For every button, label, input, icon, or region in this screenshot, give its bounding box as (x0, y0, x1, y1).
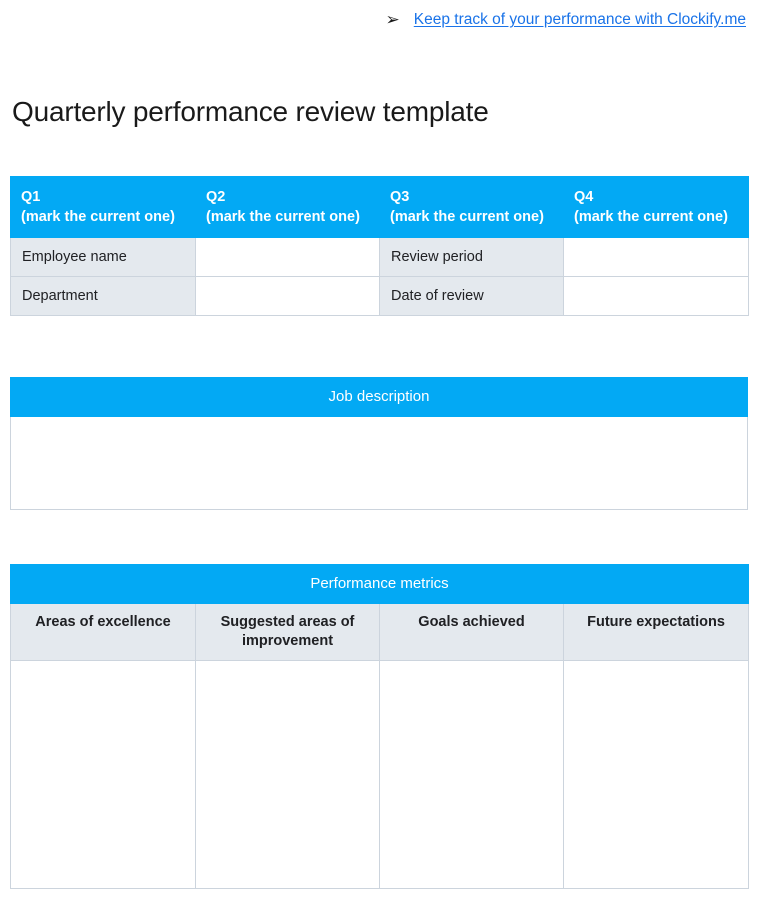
column-header-future-expectations: Future expectations (563, 603, 749, 661)
job-description-header: Job description (10, 377, 748, 417)
table-row: Employee name Review period (10, 237, 749, 277)
performance-metrics-header: Performance metrics (10, 564, 749, 604)
quarter-header-q3[interactable]: Q3 (mark the current one) (379, 176, 564, 238)
job-description-table: Job description (10, 377, 748, 510)
quarter-header-q1[interactable]: Q1 (mark the current one) (10, 176, 196, 238)
job-description-body-row (10, 416, 748, 510)
job-description-input[interactable] (10, 416, 748, 510)
value-department[interactable] (195, 276, 380, 316)
page-title: Quarterly performance review template (12, 96, 489, 127)
column-header-suggested-areas-of-improvement: Suggested areas of improvement (195, 603, 380, 661)
column-header-areas-of-excellence: Areas of excellence (10, 603, 196, 661)
value-review-period[interactable] (563, 237, 749, 277)
metrics-header-row: Performance metrics (10, 564, 749, 604)
job-description-header-row: Job description (10, 377, 748, 417)
arrow-right-icon: ➢ (385, 9, 400, 30)
quarter-header-q2[interactable]: Q2 (mark the current one) (195, 176, 380, 238)
table-row: Department Date of review (10, 276, 749, 316)
label-employee-name: Employee name (10, 237, 196, 277)
input-goals-achieved[interactable] (379, 660, 564, 889)
label-review-period: Review period (379, 237, 564, 277)
input-suggested-areas-of-improvement[interactable] (195, 660, 380, 889)
metrics-body-row (10, 660, 749, 889)
quarters-info-table: Q1 (mark the current one) Q2 (mark the c… (10, 176, 749, 316)
metrics-column-header-row: Areas of excellence Suggested areas of i… (10, 603, 749, 661)
label-date-of-review: Date of review (379, 276, 564, 316)
label-department: Department (10, 276, 196, 316)
performance-metrics-table: Performance metrics Areas of excellence … (10, 564, 749, 889)
input-future-expectations[interactable] (563, 660, 749, 889)
column-header-goals-achieved: Goals achieved (379, 603, 564, 661)
clockify-promo-link[interactable]: Keep track of your performance with Cloc… (414, 11, 746, 29)
value-employee-name[interactable] (195, 237, 380, 277)
quarter-header-q4[interactable]: Q4 (mark the current one) (563, 176, 749, 238)
value-date-of-review[interactable] (563, 276, 749, 316)
quarters-header-row: Q1 (mark the current one) Q2 (mark the c… (10, 176, 749, 238)
promo-bar: ➢ Keep track of your performance with Cl… (0, 0, 768, 40)
input-areas-of-excellence[interactable] (10, 660, 196, 889)
